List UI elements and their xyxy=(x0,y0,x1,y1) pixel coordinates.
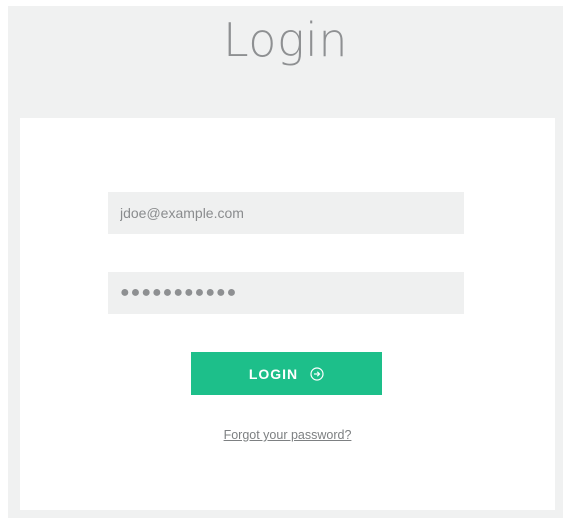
login-page: Login LOGIN Forgot your password? xyxy=(8,6,563,518)
forgot-password-container: Forgot your password? xyxy=(20,428,555,442)
forgot-password-link[interactable]: Forgot your password? xyxy=(224,428,352,442)
arrow-circle-right-icon xyxy=(310,366,324,381)
login-card: LOGIN Forgot your password? xyxy=(20,118,555,510)
page-title: Login xyxy=(222,13,348,67)
login-button-label: LOGIN xyxy=(248,365,299,382)
login-button[interactable]: LOGIN xyxy=(191,352,382,395)
email-field[interactable] xyxy=(108,192,464,234)
password-field[interactable] xyxy=(108,272,464,314)
